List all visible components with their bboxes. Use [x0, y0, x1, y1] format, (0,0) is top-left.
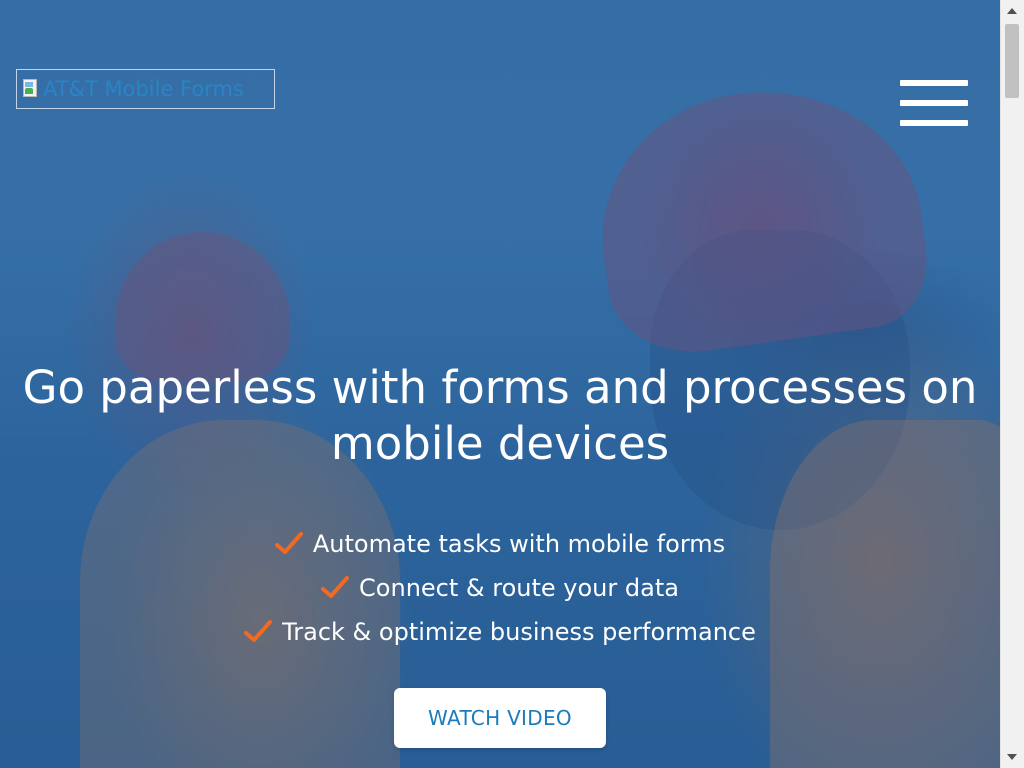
- feature-list: Automate tasks with mobile forms Connect…: [0, 522, 1000, 654]
- vertical-scrollbar[interactable]: [1000, 0, 1024, 768]
- hamburger-menu-icon[interactable]: [900, 80, 968, 128]
- page: AT&T Mobile Forms Go paperless with form…: [0, 0, 1024, 768]
- feature-text: Track & optimize business performance: [282, 618, 756, 646]
- check-icon: [274, 532, 303, 554]
- logo-alt-text: AT&T Mobile Forms: [43, 77, 244, 101]
- check-icon: [321, 576, 350, 598]
- menu-bar: [900, 80, 968, 86]
- feature-text: Connect & route your data: [359, 574, 679, 602]
- feature-text: Automate tasks with mobile forms: [312, 530, 726, 558]
- scroll-down-arrow-icon[interactable]: [1007, 754, 1017, 760]
- scroll-up-arrow-icon[interactable]: [1007, 8, 1017, 14]
- menu-bar: [900, 100, 968, 106]
- logo-link[interactable]: AT&T Mobile Forms: [16, 69, 275, 109]
- feature-item: Automate tasks with mobile forms: [0, 522, 1000, 566]
- hero-section: AT&T Mobile Forms Go paperless with form…: [0, 0, 1000, 768]
- scrollbar-thumb[interactable]: [1005, 24, 1019, 98]
- feature-item: Connect & route your data: [0, 566, 1000, 610]
- feature-item: Track & optimize business performance: [0, 610, 1000, 654]
- hero-headline: Go paperless with forms and processes on…: [22, 361, 978, 470]
- watch-video-button[interactable]: WATCH VIDEO: [394, 688, 606, 748]
- menu-bar: [900, 120, 968, 126]
- broken-image-icon: [21, 78, 39, 100]
- check-icon: [244, 620, 273, 642]
